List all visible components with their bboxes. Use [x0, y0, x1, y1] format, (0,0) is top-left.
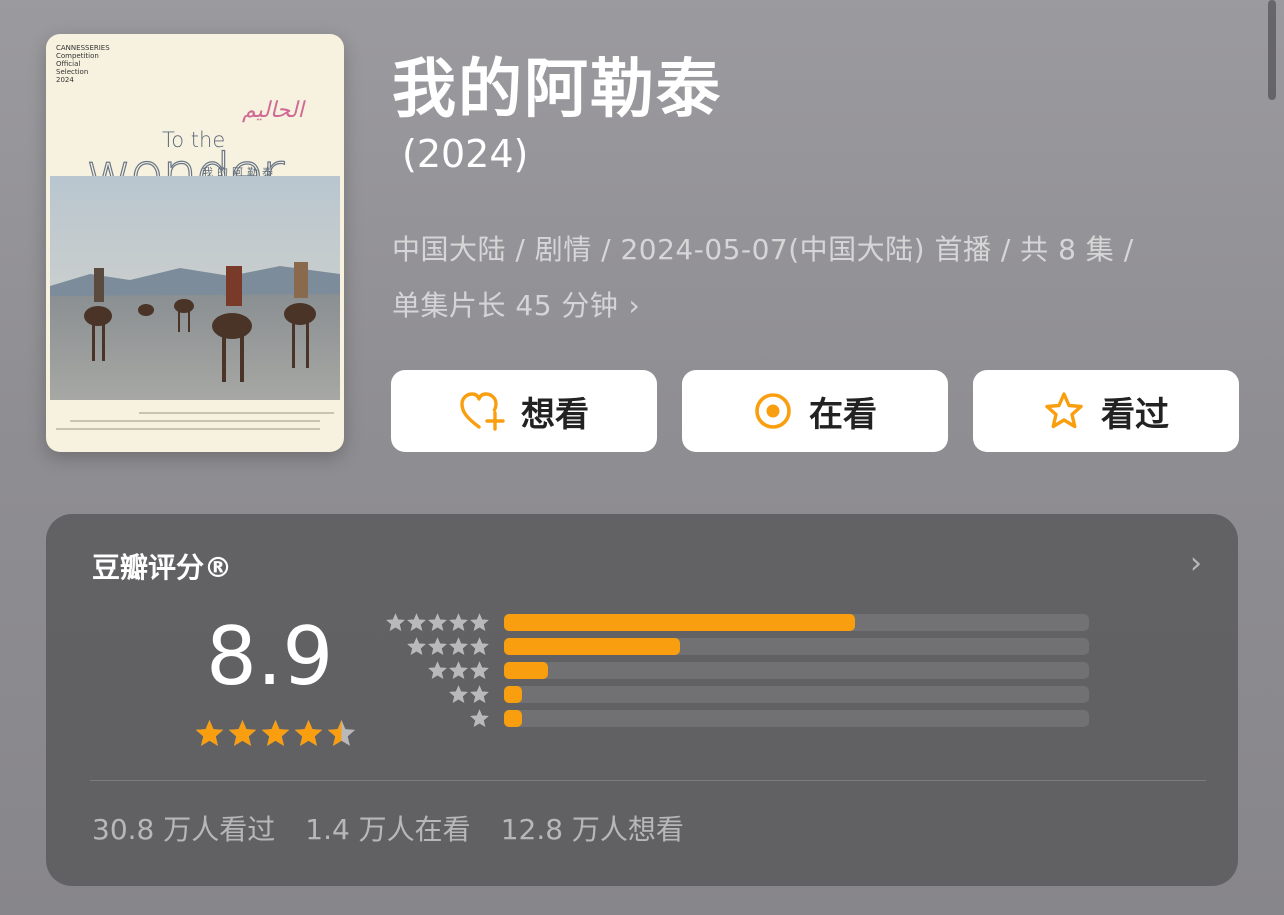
release-year: (2024)	[402, 132, 529, 176]
meta-line-1: 中国大陆 / 剧情 / 2024-05-07(中国大陆) 首播 / 共 8 集 …	[392, 233, 1134, 266]
star-icon	[449, 637, 468, 655]
poster-script-title: الحاليم	[242, 98, 304, 123]
distribution-bar-track	[504, 662, 1089, 679]
star-icon	[470, 709, 489, 727]
badge-line: Official Selection	[56, 60, 89, 76]
star-icon	[449, 661, 468, 679]
star-icon	[470, 661, 489, 679]
star-icon	[261, 719, 290, 746]
stats-row: 30.8 万人看过 1.4 万人在看 12.8 万人想看	[92, 808, 684, 848]
chevron-right-icon[interactable]: ›	[628, 278, 640, 334]
distribution-bar-track	[504, 614, 1089, 631]
watched-button-label: 看过	[1101, 394, 1169, 435]
distribution-stars-2	[448, 684, 490, 705]
star-icon	[428, 637, 447, 655]
distribution-bar-1	[504, 710, 522, 727]
want-button-label: 想看	[521, 394, 589, 435]
poster-photo	[50, 176, 340, 400]
stat-watched[interactable]: 30.8 万人看过	[92, 808, 275, 848]
distribution-bar-2	[504, 686, 522, 703]
star-icon	[407, 613, 426, 631]
watched-button[interactable]: 看过	[973, 370, 1239, 452]
divider	[90, 780, 1206, 781]
distribution-bar-track	[504, 710, 1089, 727]
badge-line: Competition	[56, 52, 99, 60]
stat-watching[interactable]: 1.4 万人在看	[305, 808, 470, 848]
star-icon	[449, 685, 468, 703]
page-title: 我的阿勒泰	[392, 53, 722, 127]
star-icon	[294, 719, 323, 746]
rating-title: 豆瓣评分®	[92, 551, 233, 584]
heart-plus-icon	[460, 392, 505, 431]
meta-line-2: 单集片长 45 分钟 ›	[392, 278, 1252, 334]
distribution-stars-3	[427, 660, 490, 681]
distribution-bar-track	[504, 686, 1089, 703]
badge-line: 2024	[56, 76, 74, 84]
rating-card[interactable]: 豆瓣评分® › 8.9 30.8 万人看过 1.4 万人在看 12.8 万人想看	[46, 514, 1238, 886]
star-icon	[228, 719, 257, 746]
watching-button[interactable]: 在看	[682, 370, 948, 452]
distribution-stars-4	[406, 636, 490, 657]
star-icon	[470, 613, 489, 631]
poster-credits	[56, 406, 334, 446]
star-icon	[407, 637, 426, 655]
star-icon	[428, 661, 447, 679]
star-icon	[195, 719, 224, 746]
star-icon	[449, 613, 468, 631]
star-icon	[470, 637, 489, 655]
cannes-badge: CANNESSERIES Competition Official Select…	[56, 44, 110, 84]
stat-want[interactable]: 12.8 万人想看	[501, 808, 684, 848]
meta-info[interactable]: 中国大陆 / 剧情 / 2024-05-07(中国大陆) 首播 / 共 8 集 …	[392, 222, 1252, 334]
scrollbar[interactable]	[1268, 0, 1276, 100]
distribution-stars-5	[385, 612, 490, 633]
distribution-stars-1	[469, 708, 490, 729]
distribution-bar-track	[504, 638, 1089, 655]
chevron-right-icon[interactable]: ›	[1190, 546, 1202, 581]
want-to-watch-button[interactable]: 想看	[391, 370, 657, 452]
rating-stars	[194, 718, 357, 749]
star-icon	[470, 685, 489, 703]
star-icon	[386, 613, 405, 631]
distribution-bar-4	[504, 638, 680, 655]
distribution-bar-5	[504, 614, 855, 631]
star-icon	[428, 613, 447, 631]
poster-image[interactable]: CANNESSERIES Competition Official Select…	[46, 34, 344, 452]
meta-line-2-text: 单集片长 45 分钟	[392, 289, 619, 322]
star-outline-icon	[1045, 392, 1083, 429]
target-circle-icon	[755, 393, 791, 429]
badge-line: CANNESSERIES	[56, 44, 110, 52]
distribution-bar-3	[504, 662, 548, 679]
star-icon	[327, 719, 356, 746]
watching-button-label: 在看	[809, 394, 877, 435]
rating-score: 8.9	[206, 610, 334, 703]
